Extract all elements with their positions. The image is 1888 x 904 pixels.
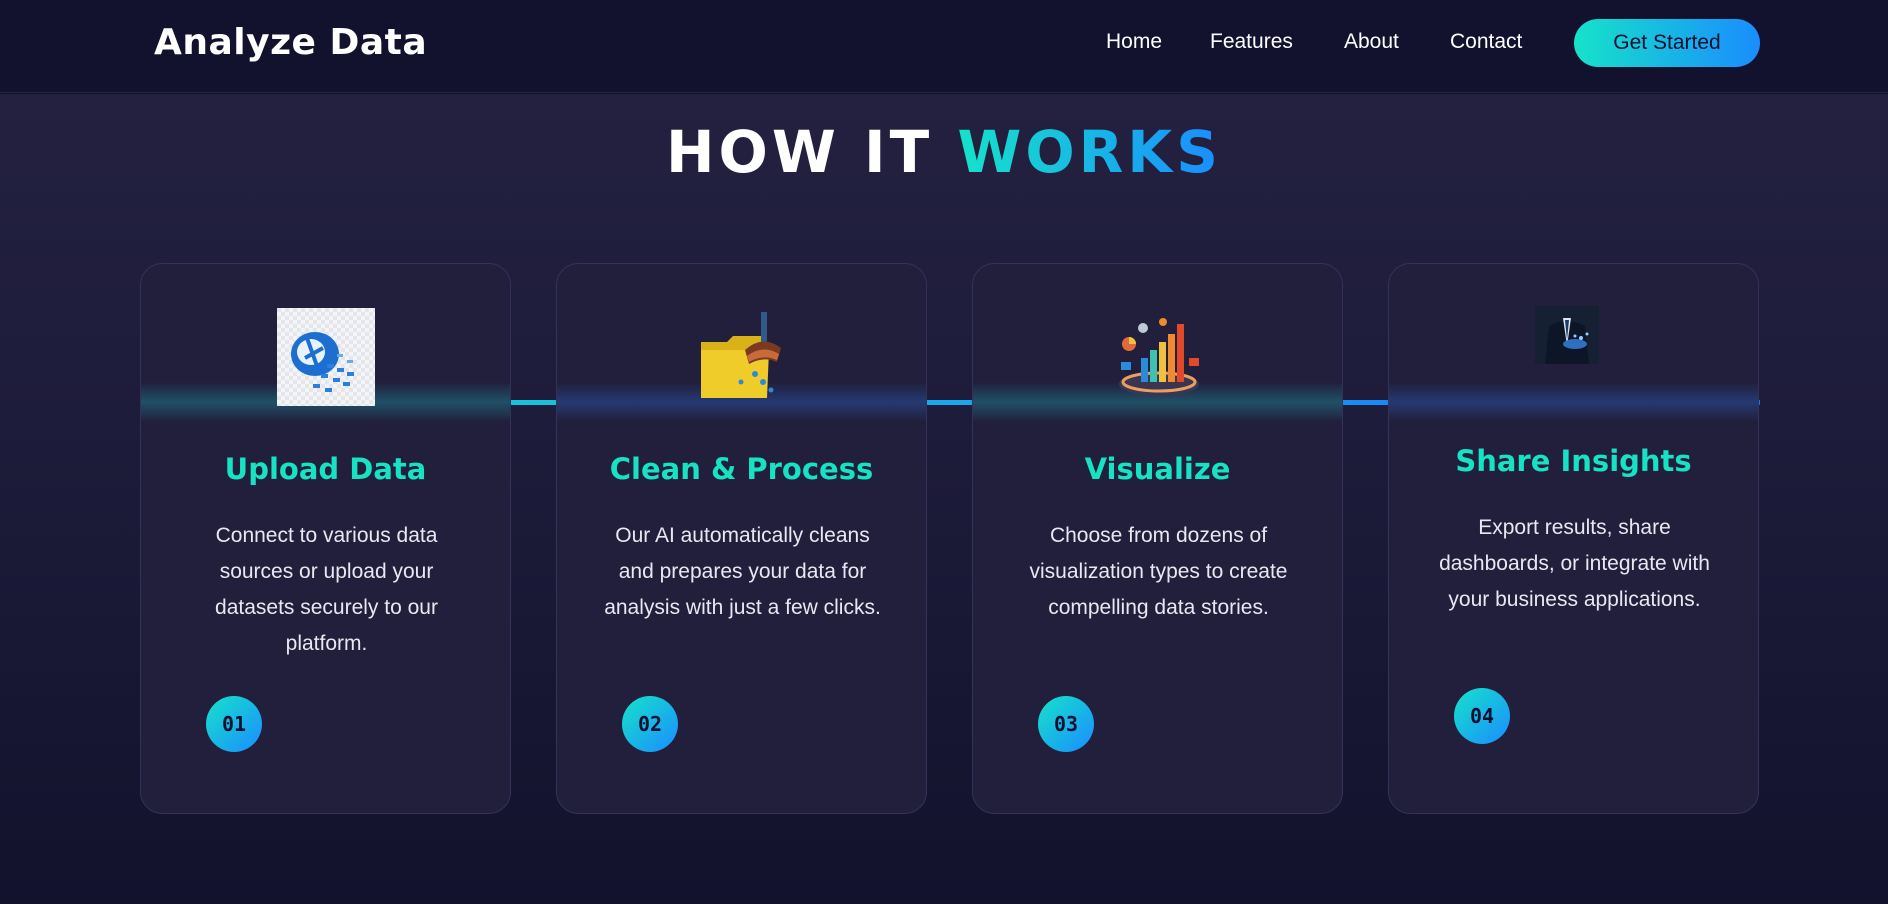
step-number-badge: 01 (206, 696, 262, 752)
brand-logo[interactable]: Analyze Data (154, 22, 427, 63)
step-title: Visualize (1084, 452, 1231, 486)
step-card-upload: Upload Data Connect to various data sour… (140, 263, 511, 814)
step-number-badge: 03 (1038, 696, 1094, 752)
step-title: Upload Data (224, 452, 427, 486)
step-description: Connect to various data sources or uploa… (215, 524, 438, 655)
step-description: Choose from dozens of visualization type… (1029, 524, 1288, 619)
cloud-upload-icon (277, 308, 375, 406)
card-glow (1389, 382, 1758, 422)
step-title: Share Insights (1455, 444, 1692, 478)
folder-brush-icon (697, 312, 787, 402)
step-description: Export results, share dashboards, or int… (1439, 516, 1710, 611)
nav-link-about[interactable]: About (1344, 30, 1399, 54)
step-description: Our AI automatically cleans and prepares… (604, 524, 881, 619)
businessman-share-icon (1535, 306, 1599, 364)
bar-chart-icon (1113, 310, 1205, 402)
get-started-button[interactable]: Get Started (1574, 19, 1760, 67)
step-card-clean: Clean & Process Our AI automatically cle… (556, 263, 927, 814)
how-it-works-section: HOW IT WORKS Upload Data Connect to vari… (0, 94, 1888, 904)
nav-link-contact[interactable]: Contact (1450, 30, 1522, 54)
step-card-share: Share Insights Export results, share das… (1388, 263, 1759, 814)
section-heading: HOW IT WORKS (0, 118, 1888, 186)
heading-accent: WORKS (957, 118, 1223, 186)
step-number-badge: 04 (1454, 688, 1510, 744)
step-title: Clean & Process (609, 452, 874, 486)
nav-link-home[interactable]: Home (1106, 30, 1162, 54)
step-card-visualize: Visualize Choose from dozens of visualiz… (972, 263, 1343, 814)
top-navbar: Analyze Data Home Features About Contact… (0, 0, 1888, 93)
nav-link-features[interactable]: Features (1210, 30, 1293, 54)
heading-main: HOW IT (665, 118, 934, 186)
step-number-badge: 02 (622, 696, 678, 752)
